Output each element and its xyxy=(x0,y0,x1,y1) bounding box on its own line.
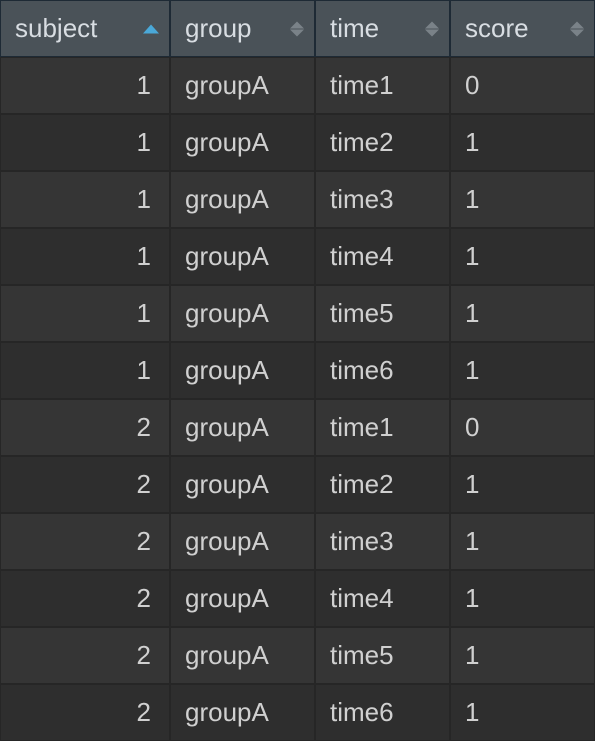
sort-up-icon xyxy=(290,21,304,28)
cell-score[interactable]: 1 xyxy=(450,456,595,513)
cell-score[interactable]: 1 xyxy=(450,627,595,684)
cell-group[interactable]: groupA xyxy=(170,456,315,513)
table-row[interactable]: 2groupAtime61 xyxy=(0,684,595,741)
cell-subject[interactable]: 1 xyxy=(0,228,170,285)
sort-down-icon xyxy=(425,29,439,36)
cell-group[interactable]: groupA xyxy=(170,57,315,114)
column-label: group xyxy=(185,13,252,43)
cell-subject[interactable]: 1 xyxy=(0,342,170,399)
table-header-row: subject group time score xyxy=(0,0,595,57)
column-header-subject[interactable]: subject xyxy=(0,0,170,57)
cell-subject[interactable]: 2 xyxy=(0,627,170,684)
sort-icon xyxy=(425,21,439,36)
cell-group[interactable]: groupA xyxy=(170,513,315,570)
column-header-group[interactable]: group xyxy=(170,0,315,57)
cell-subject[interactable]: 2 xyxy=(0,570,170,627)
sort-icon xyxy=(290,21,304,36)
cell-score[interactable]: 1 xyxy=(450,684,595,741)
cell-score[interactable]: 1 xyxy=(450,513,595,570)
sort-up-icon xyxy=(425,21,439,28)
column-header-score[interactable]: score xyxy=(450,0,595,57)
cell-score[interactable]: 1 xyxy=(450,285,595,342)
cell-score[interactable]: 1 xyxy=(450,171,595,228)
column-label: time xyxy=(330,13,379,43)
cell-score[interactable]: 1 xyxy=(450,342,595,399)
table-row[interactable]: 2groupAtime21 xyxy=(0,456,595,513)
cell-time[interactable]: time3 xyxy=(315,513,450,570)
cell-subject[interactable]: 2 xyxy=(0,456,170,513)
column-header-time[interactable]: time xyxy=(315,0,450,57)
sort-up-icon xyxy=(570,21,584,28)
table-row[interactable]: 2groupAtime31 xyxy=(0,513,595,570)
cell-subject[interactable]: 1 xyxy=(0,171,170,228)
cell-time[interactable]: time5 xyxy=(315,627,450,684)
table-row[interactable]: 1groupAtime51 xyxy=(0,285,595,342)
cell-score[interactable]: 0 xyxy=(450,399,595,456)
cell-time[interactable]: time4 xyxy=(315,570,450,627)
cell-subject[interactable]: 2 xyxy=(0,399,170,456)
table-row[interactable]: 1groupAtime61 xyxy=(0,342,595,399)
cell-group[interactable]: groupA xyxy=(170,570,315,627)
cell-time[interactable]: time3 xyxy=(315,171,450,228)
cell-time[interactable]: time2 xyxy=(315,114,450,171)
sort-asc-icon xyxy=(143,24,159,33)
cell-time[interactable]: time1 xyxy=(315,57,450,114)
cell-subject[interactable]: 1 xyxy=(0,285,170,342)
data-table: subject group time score xyxy=(0,0,595,741)
cell-group[interactable]: groupA xyxy=(170,171,315,228)
cell-score[interactable]: 0 xyxy=(450,57,595,114)
cell-group[interactable]: groupA xyxy=(170,627,315,684)
cell-group[interactable]: groupA xyxy=(170,114,315,171)
sort-icon xyxy=(570,21,584,36)
cell-subject[interactable]: 2 xyxy=(0,513,170,570)
table-row[interactable]: 1groupAtime10 xyxy=(0,57,595,114)
column-label: subject xyxy=(15,13,97,43)
column-label: score xyxy=(465,13,529,43)
sort-down-icon xyxy=(290,29,304,36)
cell-score[interactable]: 1 xyxy=(450,114,595,171)
cell-subject[interactable]: 1 xyxy=(0,57,170,114)
cell-group[interactable]: groupA xyxy=(170,228,315,285)
cell-group[interactable]: groupA xyxy=(170,399,315,456)
table-row[interactable]: 1groupAtime31 xyxy=(0,171,595,228)
table-row[interactable]: 1groupAtime21 xyxy=(0,114,595,171)
cell-score[interactable]: 1 xyxy=(450,570,595,627)
cell-score[interactable]: 1 xyxy=(450,228,595,285)
cell-subject[interactable]: 2 xyxy=(0,684,170,741)
table-row[interactable]: 2groupAtime51 xyxy=(0,627,595,684)
cell-group[interactable]: groupA xyxy=(170,285,315,342)
cell-time[interactable]: time6 xyxy=(315,684,450,741)
cell-subject[interactable]: 1 xyxy=(0,114,170,171)
table-body: 1groupAtime101groupAtime211groupAtime311… xyxy=(0,57,595,741)
cell-group[interactable]: groupA xyxy=(170,684,315,741)
cell-time[interactable]: time1 xyxy=(315,399,450,456)
cell-time[interactable]: time2 xyxy=(315,456,450,513)
cell-time[interactable]: time4 xyxy=(315,228,450,285)
sort-down-icon xyxy=(570,29,584,36)
cell-time[interactable]: time5 xyxy=(315,285,450,342)
cell-group[interactable]: groupA xyxy=(170,342,315,399)
table-row[interactable]: 2groupAtime10 xyxy=(0,399,595,456)
table-row[interactable]: 1groupAtime41 xyxy=(0,228,595,285)
table-row[interactable]: 2groupAtime41 xyxy=(0,570,595,627)
cell-time[interactable]: time6 xyxy=(315,342,450,399)
